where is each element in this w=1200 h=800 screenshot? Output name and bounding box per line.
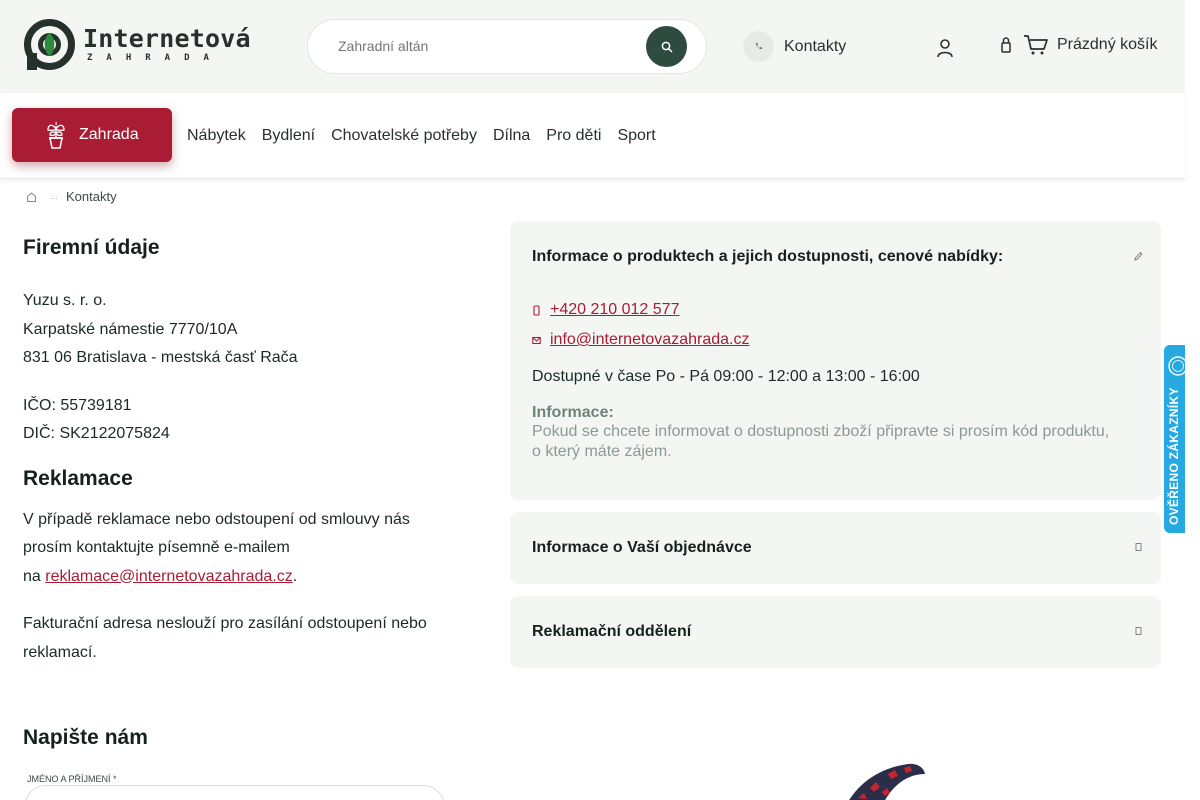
cart-icon (1024, 35, 1048, 55)
nav-item-chovatelske-potreby[interactable]: Chovatelské potřeby (331, 127, 477, 145)
phone-link[interactable]: +420 210 012 577 (550, 301, 679, 319)
required-mark: * (113, 774, 117, 784)
plant-icon (47, 121, 65, 149)
info-text-line: o který máte zájem. (532, 443, 672, 460)
search-box (307, 19, 707, 74)
logo-title: Internetová (83, 24, 251, 53)
company-address: Yuzu s. r. o. Karpatské námestie 7770/10… (23, 287, 463, 373)
phone-row: +420 210 012 577 (532, 301, 1109, 319)
name-field-label-text: JMÉNO A PŘÍJMENÍ (27, 774, 111, 784)
complaints-email-link[interactable]: reklamace@internetovazahrada.cz (45, 568, 292, 585)
contacts-label: Kontakty (784, 37, 847, 55)
company-ids: IČO: 55739181 DIČ: SK2122075824 (23, 392, 463, 449)
product-image (849, 763, 925, 800)
breadcrumb: … Kontakty (27, 189, 117, 204)
logo[interactable]: Internetová ZAHRADA (24, 19, 251, 70)
company-heading: Firemní údaje (23, 236, 160, 259)
home-icon[interactable] (27, 191, 36, 202)
verified-badge-text: OVĚŘENO ZÁKAZNÍKY (1167, 387, 1181, 525)
phone-icon (533, 304, 540, 316)
accordion-complaints-dept[interactable]: Reklamační oddělení (510, 596, 1161, 668)
invoice-note-line: reklamací. (23, 643, 97, 661)
search-button[interactable] (646, 26, 687, 67)
accordion-title[interactable]: Informace o Vaší objednávce (532, 539, 752, 557)
nav-item-bydleni[interactable]: Bydlení (262, 127, 315, 145)
name-field[interactable] (24, 785, 445, 800)
nav-item-sport[interactable]: Sport (617, 127, 655, 145)
cart-label: Prázdný košík (1057, 36, 1158, 53)
company-dic: DIČ: SK2122075824 (23, 425, 170, 442)
email-icon (532, 336, 541, 344)
name-field-label: JMÉNO A PŘÍJMENÍ * (27, 774, 117, 784)
company-ico: IČO: 55739181 (23, 396, 132, 414)
lock-icon (1001, 37, 1011, 53)
breadcrumb-current: Kontakty (66, 189, 117, 204)
search-input[interactable] (338, 38, 638, 54)
company-city: 831 06 Bratislava - mestská časť Rača (23, 349, 298, 366)
phone-icon (743, 31, 774, 62)
nav-items: Nábytek Bydlení Chovatelské potřeby Díln… (187, 127, 656, 145)
accordion-title[interactable]: Informace o produktech a jejich dostupno… (532, 248, 1003, 266)
nav-item-zahrada-label: Zahrada (79, 126, 139, 143)
complaints-text: V případě reklamace nebo odstoupení od s… (23, 506, 463, 592)
edit-icon[interactable] (1134, 251, 1143, 261)
info-label: Informace: (532, 404, 614, 421)
accordion-title[interactable]: Reklamační oddělení (532, 623, 691, 641)
verified-badge[interactable]: OVĚŘENO ZÁKAZNÍKY (1164, 345, 1185, 533)
email-row: info@internetovazahrada.cz (532, 331, 1109, 349)
complaints-text-prefix: na (23, 567, 41, 585)
write-us-heading: Napište nám (23, 726, 148, 749)
opening-hours: Dostupné v čase Po - Pá 09:00 - 12:00 a … (532, 368, 920, 385)
cart-button[interactable]: Prázdný košík (1001, 34, 1157, 56)
contacts-link[interactable]: Kontakty (743, 31, 846, 62)
complaints-text-line: V případě reklamace nebo odstoupení od s… (23, 510, 410, 528)
logo-mark-icon (24, 19, 75, 70)
main-nav: Zahrada Nábytek Bydlení Chovatelské potř… (0, 93, 1185, 179)
company-name: Yuzu s. r. o. (23, 292, 107, 309)
nav-item-nabytek[interactable]: Nábytek (187, 127, 246, 145)
complaints-email-line: na reklamace@internetovazahrada.cz. (23, 563, 463, 592)
chevron-down-icon[interactable] (1134, 542, 1143, 552)
nav-item-dilna[interactable]: Dílna (493, 127, 530, 145)
info-text-line: Pokud se chcete informovat o dostupnosti… (532, 423, 1110, 440)
logo-subtitle: ZAHRADA (87, 53, 223, 63)
email-link[interactable]: info@internetovazahrada.cz (550, 331, 749, 349)
company-street: Karpatské námestie 7770/10A (23, 320, 238, 338)
invoice-note-line: Fakturační adresa neslouží pro zasílání … (23, 615, 427, 632)
header: Internetová ZAHRADA Kontakty (0, 0, 1185, 93)
company-info: Firemní údaje Yuzu s. r. o. Karpatské ná… (23, 236, 463, 667)
breadcrumb-separator-icon: … (50, 192, 58, 201)
search-icon (661, 41, 673, 53)
user-icon[interactable] (937, 38, 953, 58)
accordion-order-info[interactable]: Informace o Vaší objednávce (510, 512, 1161, 584)
complaints-text-line: prosím kontaktujte písemně e-mailem (23, 539, 290, 556)
accordion-product-info: Informace o produktech a jejich dostupno… (510, 221, 1161, 500)
accordion-body: +420 210 012 577 info@internetovazahrada… (532, 301, 1109, 462)
invoice-note: Fakturační adresa neslouží pro zasílání … (23, 610, 463, 667)
complaints-heading: Reklamace (23, 466, 133, 490)
nav-item-pro-deti[interactable]: Pro děti (546, 127, 601, 145)
complaints-period: . (292, 567, 298, 585)
chevron-down-icon[interactable] (1134, 626, 1143, 636)
nav-item-zahrada[interactable]: Zahrada (12, 108, 172, 162)
